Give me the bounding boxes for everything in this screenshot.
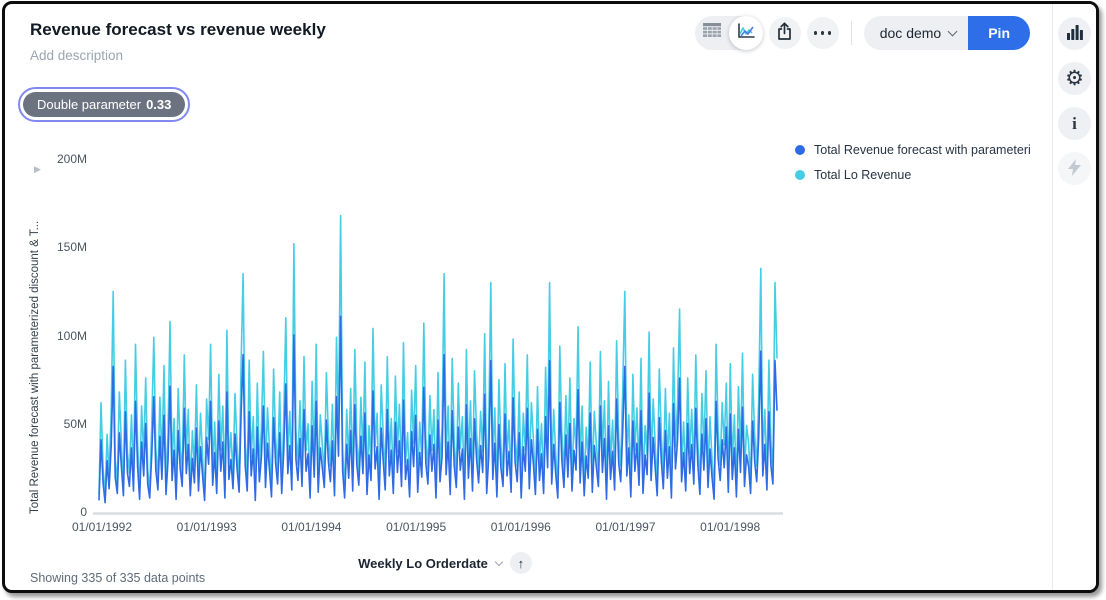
chevron-down-icon — [948, 27, 958, 37]
element-type-button[interactable] — [1058, 17, 1091, 50]
y-axis-title: Total Revenue forecast with parameterize… — [29, 172, 45, 514]
app-window: Revenue forecast vs revenue weekly Add d… — [2, 1, 1099, 593]
toolbar-divider — [851, 21, 852, 45]
share-button[interactable] — [769, 17, 801, 49]
toolbar: doc demo Pin — [695, 16, 1030, 50]
y-tick-label: 100M — [35, 329, 87, 343]
x-tick-label: 01/01/1993 — [167, 520, 247, 534]
lightning-bolt-icon — [1068, 159, 1081, 179]
chart-plot[interactable] — [93, 156, 783, 518]
x-tick-label: 01/01/1994 — [271, 520, 351, 534]
legend-dot — [795, 145, 805, 155]
gear-icon: ⚙ — [1065, 68, 1084, 89]
status-text: Showing 335 of 335 data points — [30, 571, 205, 585]
x-tick-label: 01/01/1992 — [62, 520, 142, 534]
chevron-down-icon[interactable] — [495, 557, 503, 565]
y-tick-label: 0 — [35, 505, 87, 519]
x-tick-label: 01/01/1997 — [586, 520, 666, 534]
sort-ascending-button[interactable]: ↑ — [510, 552, 532, 574]
info-button[interactable]: i — [1058, 107, 1091, 140]
arrow-up-icon: ↑ — [518, 556, 525, 571]
view-toggle — [695, 16, 763, 50]
settings-button[interactable]: ⚙ — [1058, 62, 1091, 95]
x-axis-control: Weekly Lo Orderdate ↑ — [305, 552, 585, 574]
actions-button[interactable] — [1058, 152, 1091, 185]
parameter-label: Double parameter — [37, 97, 141, 112]
page-title: Revenue forecast vs revenue weekly — [30, 20, 326, 40]
ellipsis-icon — [814, 31, 832, 35]
bar-chart-icon — [1067, 25, 1083, 43]
table-icon — [703, 23, 721, 43]
chart-view-button[interactable] — [729, 16, 763, 50]
legend-label: Total Lo Revenue — [814, 168, 911, 182]
pin-button[interactable]: Pin — [968, 16, 1030, 50]
y-tick-label: 50M — [35, 417, 87, 431]
legend-item[interactable]: Total Lo Revenue — [795, 168, 1031, 182]
doc-switcher-label: doc demo — [880, 25, 941, 41]
chart-legend: Total Revenue forecast with parameteri T… — [795, 143, 1031, 193]
info-icon: i — [1072, 114, 1077, 134]
legend-dot — [795, 170, 805, 180]
description-placeholder[interactable]: Add description — [30, 48, 123, 63]
parameter-value: 0.33 — [146, 97, 171, 112]
legend-item[interactable]: Total Revenue forecast with parameteri — [795, 143, 1031, 157]
x-tick-label: 01/01/1995 — [376, 520, 456, 534]
y-tick-label: 200M — [35, 152, 87, 166]
share-icon — [776, 22, 793, 44]
y-tick-label: 150M — [35, 240, 87, 254]
line-chart-icon — [736, 22, 756, 45]
x-tick-label: 01/01/1998 — [690, 520, 770, 534]
table-view-button[interactable] — [695, 16, 729, 50]
more-menu-button[interactable] — [807, 17, 839, 49]
legend-label: Total Revenue forecast with parameteri — [814, 143, 1031, 157]
x-axis-field-label[interactable]: Weekly Lo Orderdate — [358, 556, 488, 571]
right-sidebar: ⚙ i — [1052, 4, 1096, 590]
doc-switcher-dropdown[interactable]: doc demo — [864, 16, 968, 50]
parameter-control[interactable]: Double parameter 0.33 — [18, 87, 190, 122]
x-tick-label: 01/01/1996 — [481, 520, 561, 534]
parameter-pill: Double parameter 0.33 — [23, 92, 185, 117]
